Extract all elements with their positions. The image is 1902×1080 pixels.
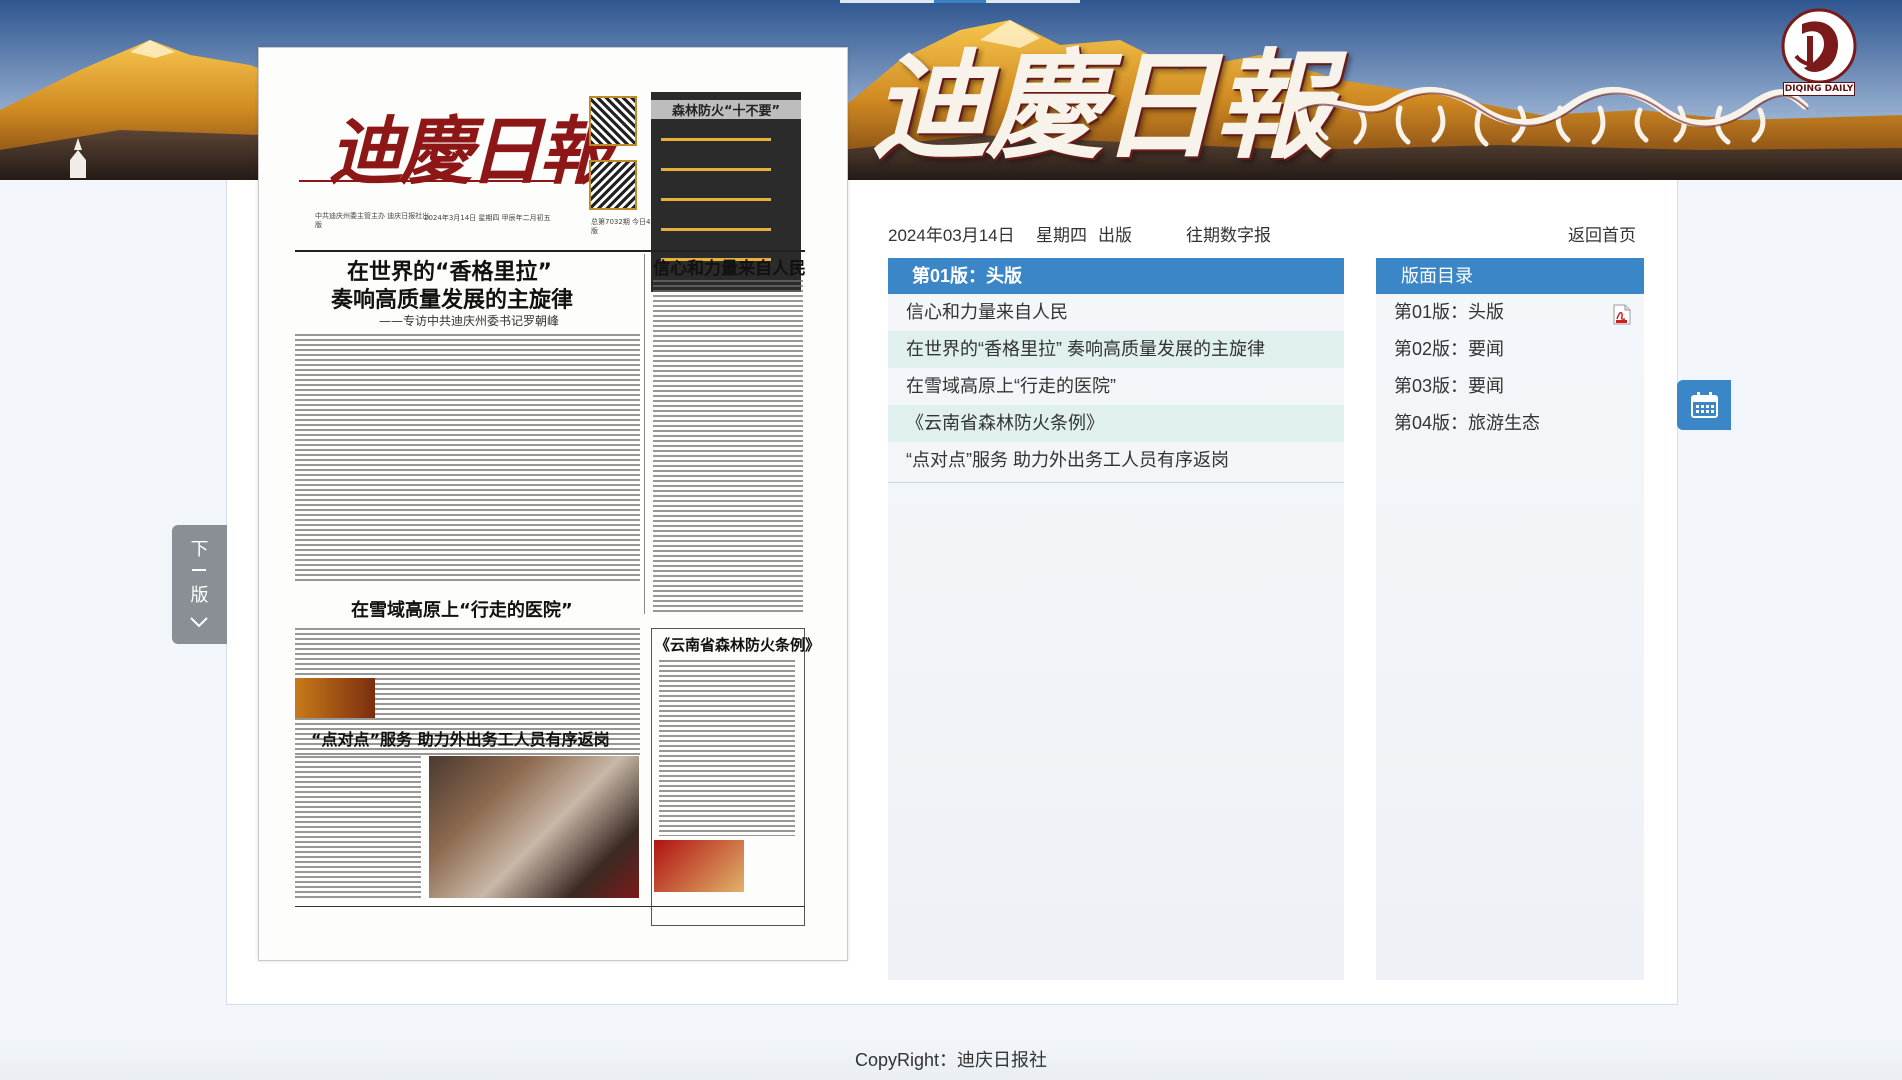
newspaper-page-image[interactable]: 迪慶日報 森林防火“十不要” 中共迪庆州委主管主办 迪庆日报社出版 2024年3… (258, 47, 848, 961)
article-list-panel: 第01版：头版 信心和力量来自人民 在世界的“香格里拉” 奏响高质量发展的主旋律… (888, 258, 1344, 980)
column-divider (644, 254, 645, 614)
next-page-char: 下 (190, 539, 209, 560)
issue-weekday: 星期四 (1036, 226, 1087, 245)
headline-right: 信心和力量来自人民 (653, 259, 806, 279)
headline-main-line2: 奏响高质量发展的主旋律 (331, 288, 574, 313)
newspaper-masthead: 迪慶日報 (329, 109, 613, 195)
article-photo (654, 840, 744, 892)
page-link-01[interactable]: 第01版：头版 (1376, 294, 1644, 331)
issue-info-bar: 2024年03月14日 星期四 出版 往期数字报 返回首页 (888, 217, 1678, 247)
masthead-rule (295, 250, 805, 252)
banner-title: 迪慶日報 (872, 36, 1332, 175)
banner-top-accent (934, 0, 986, 3)
issue-publish-label: 出版 (1098, 226, 1132, 245)
headline-main-sub: ——专访中共迪庆州委书记罗朝峰 (379, 314, 560, 328)
next-page-char: 版 (190, 585, 209, 606)
article-link[interactable]: 在世界的“香格里拉” 奏响高质量发展的主旋律 (888, 331, 1344, 368)
headline-box: 《云南省森林防火条例》 (655, 636, 821, 654)
article-link[interactable]: “点对点”服务 助力外出务工人员有序返岗 (888, 442, 1344, 479)
qr-code-icon (589, 96, 637, 146)
footer-copyright: CopyRight：迪庆日报社 (0, 1040, 1902, 1080)
tibetan-script-title (1291, 86, 1809, 147)
paper-meta-date: 2024年3月14日 星期四 甲辰年二月初五 (424, 214, 551, 222)
paper-meta-left: 中共迪庆州委主管主办 迪庆日报社出版 (315, 212, 430, 229)
qr-code-icon (589, 160, 637, 210)
article-link[interactable]: 在雪域高原上“行走的医院” (888, 368, 1344, 405)
next-page-tab[interactable]: 下 版 (172, 525, 227, 644)
article-body (295, 756, 421, 898)
article-photo (295, 678, 375, 718)
masthead-underline (299, 180, 559, 182)
article-body (659, 660, 795, 836)
current-page-heading: 第01版：头版 (888, 258, 1344, 294)
page-directory-heading: 版面目录 (1376, 258, 1644, 294)
headline-mid: 在雪域高原上“行走的医院” (351, 600, 573, 621)
article-body (295, 334, 640, 584)
fire-stripe (661, 198, 771, 201)
fire-stripe (661, 168, 771, 171)
issue-date: 2024年03月14日 (888, 226, 1015, 245)
paper-meta-issue: 总第7032期 今日4版 (591, 218, 651, 235)
tab-dash (192, 569, 206, 571)
page-link-02[interactable]: 第02版：要闻 (1376, 331, 1644, 368)
article-list-divider (888, 482, 1344, 483)
headline-bottom: “点对点”服务 助力外出务工人员有序返岗 (311, 730, 610, 749)
paper-footer-rule (295, 906, 805, 907)
article-photo (429, 756, 639, 898)
chevron-down-icon (190, 617, 208, 628)
page-directory-panel: 版面目录 第01版：头版 第02版：要闻 第03版：要闻 第04版：旅游生态 (1376, 258, 1644, 980)
page-link-03[interactable]: 第03版：要闻 (1376, 368, 1644, 405)
calendar-button[interactable] (1677, 380, 1731, 430)
logo-caption: DIQING DAILY (1783, 82, 1855, 96)
fire-stripe (661, 138, 771, 141)
page-link-04[interactable]: 第04版：旅游生态 (1376, 405, 1644, 442)
calendar-icon (1691, 392, 1718, 418)
pdf-icon[interactable] (1612, 304, 1631, 325)
article-link[interactable]: 《云南省森林防火条例》 (888, 405, 1344, 442)
fire-box-title: 森林防火“十不要” (651, 100, 801, 119)
article-link[interactable]: 信心和力量来自人民 (888, 294, 1344, 331)
home-link[interactable]: 返回首页 (1568, 226, 1636, 245)
fire-stripe (661, 228, 771, 231)
article-body (653, 280, 803, 615)
archive-link[interactable]: 往期数字报 (1186, 226, 1271, 245)
page-label: 第01版：头版 (1394, 302, 1505, 322)
